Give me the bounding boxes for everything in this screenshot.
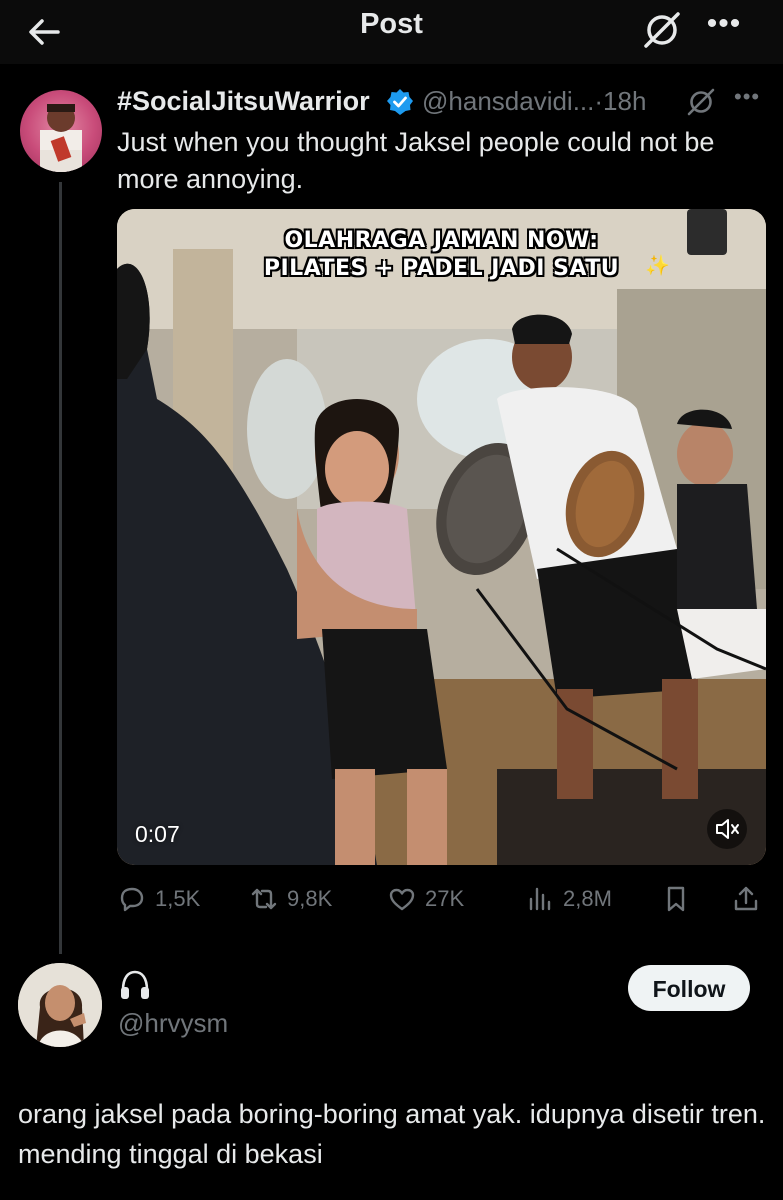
top-bar: Post ••• [0,0,783,64]
like-count: 27K [425,886,465,911]
like-button[interactable]: 27K [387,878,464,920]
repost-count: 9,8K [287,886,333,911]
views-count: 2,8M [563,886,612,911]
reply-button[interactable]: 1,5K [117,878,200,920]
more-icon[interactable]: ••• [734,84,760,110]
reply-text: orang jaksel pada boring-boring amat yak… [18,1099,766,1169]
grok-icon[interactable] [638,8,686,52]
action-bar: 1,5K 9,8K 27K 2,8M [117,878,767,920]
like-icon [389,888,415,911]
repost-icon [251,888,277,910]
headphones-icon [121,970,149,999]
grok-icon[interactable] [684,86,718,118]
avatar[interactable] [18,963,102,1047]
reply-count: 1,5K [155,886,201,911]
more-icon[interactable]: ••• [700,8,748,52]
video-player[interactable]: OLAHRAGA JAMAN NOW: PILATES + PADEL JADI… [117,209,766,865]
follow-button[interactable]: Follow [628,965,750,1011]
bookmark-button[interactable] [661,878,699,920]
reply-icon [120,887,144,912]
sparkle-icon: ✨ [645,255,670,277]
reply-handle[interactable]: @hrvysm [118,1008,228,1039]
video-frame [117,209,766,865]
display-name[interactable]: #SocialJitsuWarrior [117,86,370,117]
repost-button[interactable]: 9,8K [249,878,332,920]
verified-badge-icon [387,89,413,115]
post-text: Just when you thought Jaksel people coul… [117,127,715,194]
caption-line-1: OLAHRAGA JAMAN NOW: [284,228,599,253]
thread-line [59,182,62,954]
avatar[interactable] [20,90,102,172]
views-icon [529,887,551,911]
mute-icon[interactable] [705,807,749,851]
handle-time[interactable]: @hansdavidi...·18h [422,86,646,117]
share-icon [734,886,758,911]
views-button[interactable]: 2,8M [525,878,612,920]
video-duration: 0:07 [135,821,180,847]
share-button[interactable] [731,878,769,920]
bookmark-icon [667,886,685,912]
